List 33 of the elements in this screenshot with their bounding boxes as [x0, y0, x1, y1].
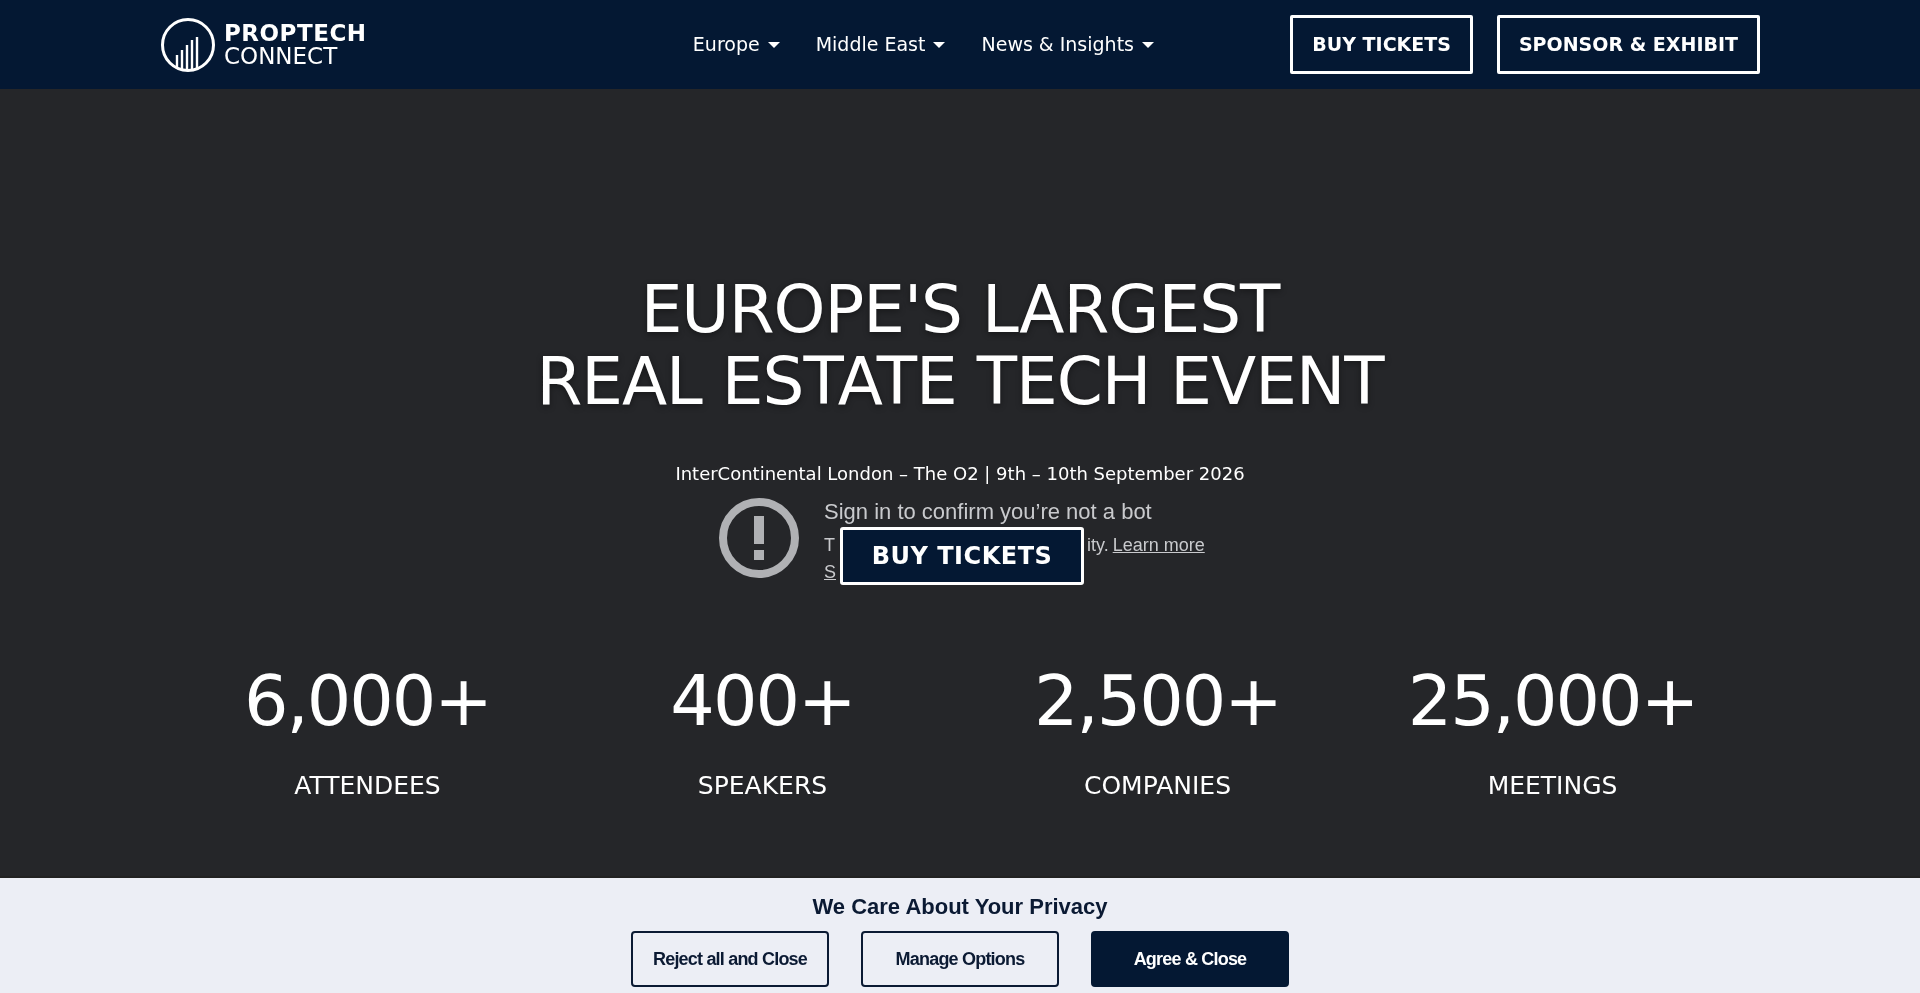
bot-check-heading: Sign in to confirm you’re not a bot — [824, 498, 1153, 526]
warning-icon — [718, 497, 800, 579]
caret-icon[interactable] — [767, 40, 780, 49]
learn-more-link[interactable]: Learn more — [1112, 532, 1205, 559]
hero-title: EUROPE'S LARGEST — [640, 274, 1280, 346]
sponsor-button[interactable]: SPONSOR & EXHIBIT — [1496, 15, 1760, 74]
stat-label: ATTENDEES — [294, 770, 441, 802]
stat-value: 25,000+ — [1407, 661, 1698, 741]
privacy-title: We Care About Your Privacy — [812, 893, 1108, 921]
nav-menu-item[interactable]: Europe — [692, 30, 780, 59]
bot-check-text: T — [824, 534, 835, 557]
hero-title: REAL ESTATE TECH EVENT — [536, 346, 1384, 418]
consent-button[interactable]: Agree & Close — [1091, 931, 1289, 987]
nav-menu-item[interactable]: Middle East — [815, 30, 946, 59]
caret-icon[interactable] — [1142, 40, 1154, 49]
bot-check-text: ity. — [1087, 534, 1109, 557]
stat-label: COMPANIES — [1084, 770, 1231, 802]
stat-label: MEETINGS — [1487, 770, 1618, 802]
logo-text[interactable]: PROPTECH — [224, 21, 367, 45]
consent-button[interactable]: Reject all and Close — [631, 931, 829, 987]
bot-check-link[interactable]: S — [824, 562, 836, 582]
buy-tickets-button[interactable]: BUY TICKETS — [840, 527, 1084, 585]
caret-icon[interactable] — [933, 40, 946, 49]
consent-button[interactable]: Manage Options — [861, 931, 1059, 987]
stat-label: SPEAKERS — [697, 770, 828, 802]
event-details: InterContinental London – The O2 | 9th – 10th September 2026 — [675, 462, 1245, 486]
nav-menu-item[interactable]: News & Insights — [981, 30, 1154, 59]
logo-text[interactable]: CONNECT — [224, 44, 367, 68]
buy-tickets-button[interactable]: BUY TICKETS — [1290, 15, 1473, 74]
stat-value: 6,000+ — [243, 661, 492, 741]
stat-value: 400+ — [670, 661, 855, 741]
stat-value: 2,500+ — [1033, 661, 1282, 741]
logo-icon[interactable] — [160, 16, 216, 73]
